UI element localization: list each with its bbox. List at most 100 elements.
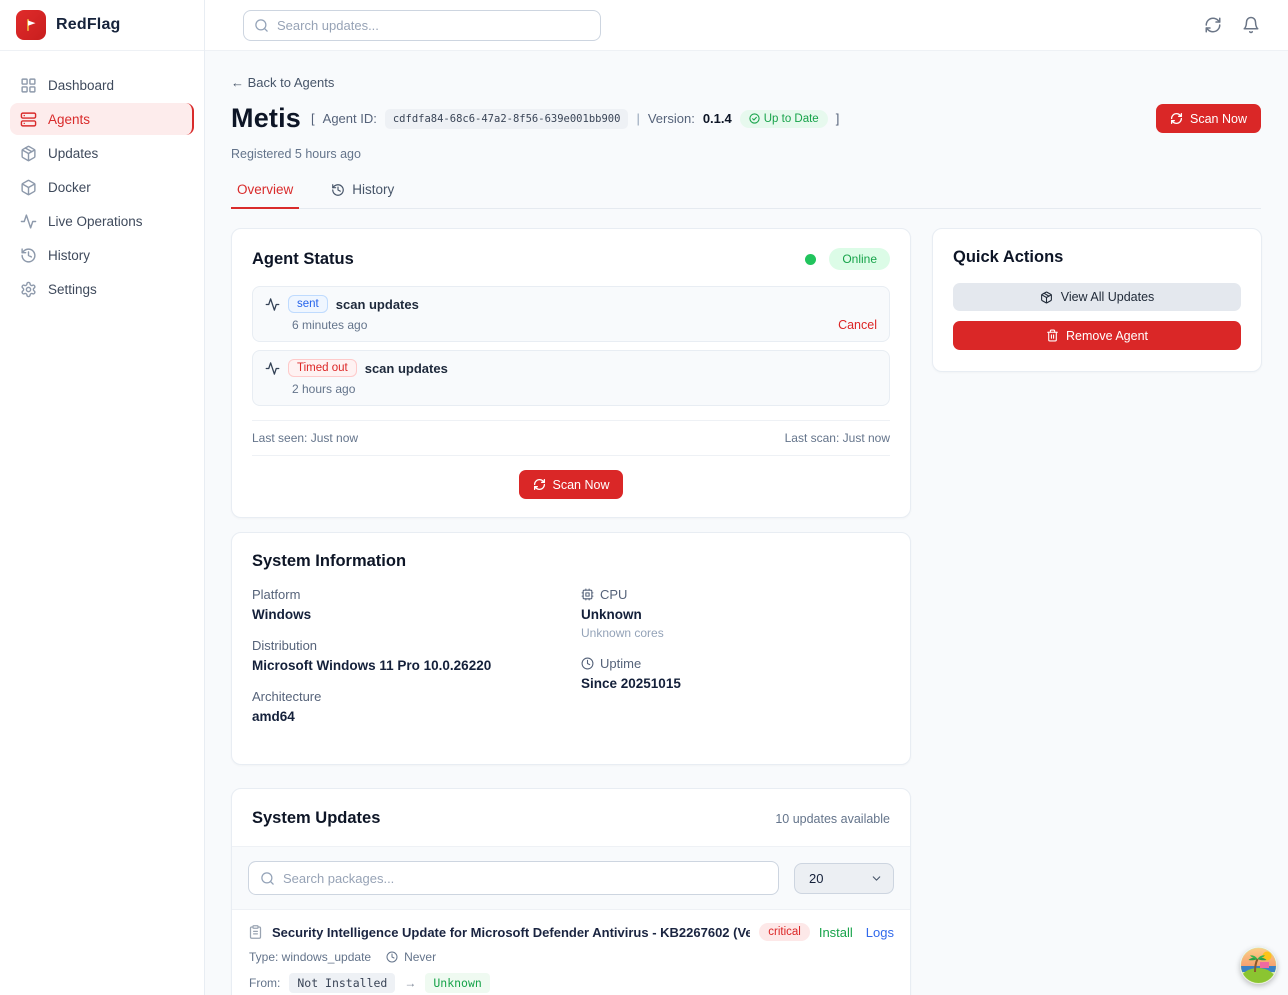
sidebar-item-label: Dashboard bbox=[48, 78, 114, 93]
sidebar-item-live-operations[interactable]: Live Operations bbox=[10, 205, 194, 237]
global-search-input[interactable] bbox=[277, 18, 590, 33]
logo-row: RedFlag bbox=[0, 0, 204, 51]
agent-id-label: Agent ID: bbox=[323, 111, 377, 126]
event-action: scan updates bbox=[365, 361, 448, 376]
search-icon bbox=[254, 18, 269, 33]
platform-group: Platform Windows bbox=[252, 587, 561, 622]
tab-overview[interactable]: Overview bbox=[231, 182, 299, 209]
cpu-group: CPU Unknown Unknown cores bbox=[581, 587, 890, 640]
history-icon bbox=[331, 183, 345, 197]
agents-server-icon bbox=[20, 111, 37, 128]
gear-icon bbox=[20, 281, 37, 298]
activity-icon bbox=[265, 361, 280, 376]
title-meta: Metis [ Agent ID: cdfdfa84-68c6-47a2-8f5… bbox=[231, 103, 839, 134]
update-type: Type: windows_update bbox=[249, 950, 371, 964]
sidebar-item-label: Updates bbox=[48, 146, 98, 161]
package-icon bbox=[20, 145, 37, 162]
cpu-cores: Unknown cores bbox=[581, 626, 890, 640]
event-status-badge: Timed out bbox=[288, 359, 357, 377]
registered-text: Registered 5 hours ago bbox=[231, 147, 1261, 161]
page-size-value: 20 bbox=[809, 871, 823, 886]
view-all-updates-label: View All Updates bbox=[1061, 290, 1155, 304]
version-value: 0.1.4 bbox=[703, 111, 732, 126]
agent-status-title: Agent Status bbox=[252, 250, 354, 269]
clock-icon bbox=[581, 657, 594, 670]
event-action: scan updates bbox=[336, 297, 419, 312]
agent-status-card: Agent Status Online sent bbox=[231, 228, 911, 518]
app-title: RedFlag bbox=[56, 16, 121, 34]
cancel-link[interactable]: Cancel bbox=[838, 318, 877, 332]
view-all-updates-button[interactable]: View All Updates bbox=[953, 283, 1241, 311]
page-content: ← Back to Agents Metis [ Agent ID: cdfdf… bbox=[205, 51, 1288, 995]
package-icon bbox=[1040, 291, 1053, 304]
refresh-icon[interactable] bbox=[1204, 16, 1222, 34]
updates-count: 10 updates available bbox=[775, 812, 890, 826]
trash-icon bbox=[1046, 329, 1059, 342]
bracket-open: [ bbox=[311, 111, 315, 126]
remove-agent-button[interactable]: Remove Agent bbox=[953, 321, 1241, 350]
last-scan-text: Last scan: Just now bbox=[785, 431, 890, 445]
page-size-select[interactable]: 20 bbox=[794, 863, 894, 894]
update-title: Security Intelligence Update for Microso… bbox=[272, 925, 750, 940]
tab-bar: Overview History bbox=[231, 182, 1261, 209]
title-row: Metis [ Agent ID: cdfdfa84-68c6-47a2-8f5… bbox=[231, 103, 1261, 134]
scan-now-button-card[interactable]: Scan Now bbox=[519, 470, 624, 499]
island-sticker-icon[interactable] bbox=[1240, 947, 1277, 984]
logs-link[interactable]: Logs bbox=[866, 925, 894, 940]
history-icon bbox=[20, 247, 37, 264]
tab-label: History bbox=[352, 182, 394, 197]
clock-icon bbox=[386, 951, 398, 963]
event-status-badge: sent bbox=[288, 295, 328, 313]
cpu-value: Unknown bbox=[581, 607, 890, 622]
page-title: Metis bbox=[231, 103, 301, 134]
scan-now-label: Scan Now bbox=[553, 478, 610, 492]
package-search-input[interactable] bbox=[283, 871, 767, 886]
sidebar-item-dashboard[interactable]: Dashboard bbox=[10, 69, 194, 101]
sidebar-item-agents[interactable]: Agents bbox=[10, 103, 194, 135]
redflag-logo-icon bbox=[16, 10, 46, 40]
quick-actions-title: Quick Actions bbox=[953, 248, 1063, 266]
uptime-label: Uptime bbox=[600, 656, 641, 671]
sidebar-item-settings[interactable]: Settings bbox=[10, 273, 194, 305]
topbar-icons bbox=[1204, 16, 1260, 34]
sidebar-item-history[interactable]: History bbox=[10, 239, 194, 271]
event-time: 2 hours ago bbox=[292, 382, 877, 396]
sidebar-item-updates[interactable]: Updates bbox=[10, 137, 194, 169]
scan-now-label: Scan Now bbox=[1190, 112, 1247, 126]
system-updates-card: System Updates 10 updates available 20 bbox=[231, 788, 911, 995]
back-to-agents-link[interactable]: ← Back to Agents bbox=[231, 75, 334, 90]
bell-icon[interactable] bbox=[1242, 16, 1260, 34]
refresh-icon bbox=[1170, 112, 1183, 125]
architecture-group: Architecture amd64 bbox=[252, 689, 561, 724]
tab-history[interactable]: History bbox=[325, 182, 400, 209]
divider-pipe: | bbox=[636, 111, 639, 126]
topbar bbox=[205, 0, 1288, 51]
event-row: sent scan updates 6 minutes ago Cancel bbox=[252, 286, 890, 342]
platform-value: Windows bbox=[252, 607, 561, 622]
scan-now-button-header[interactable]: Scan Now bbox=[1156, 104, 1261, 133]
uptime-value: Since 20251015 bbox=[581, 676, 890, 691]
sidebar-item-label: Agents bbox=[48, 112, 90, 127]
sidebar-item-label: Docker bbox=[48, 180, 91, 195]
cube-icon bbox=[20, 179, 37, 196]
refresh-icon bbox=[533, 478, 546, 491]
platform-label: Platform bbox=[252, 587, 561, 602]
global-search[interactable] bbox=[243, 10, 601, 41]
to-version-chip: Unknown bbox=[425, 973, 489, 993]
sidebar-item-docker[interactable]: Docker bbox=[10, 171, 194, 203]
from-version-chip: Not Installed bbox=[289, 973, 395, 993]
search-icon bbox=[260, 871, 275, 886]
clipboard-icon bbox=[248, 924, 263, 940]
online-badge: Online bbox=[829, 248, 890, 270]
version-label: Version: bbox=[648, 111, 695, 126]
system-info-title: System Information bbox=[252, 552, 406, 570]
severity-badge: critical bbox=[759, 923, 810, 941]
package-search[interactable] bbox=[248, 861, 779, 895]
grid-icon bbox=[20, 77, 37, 94]
install-link[interactable]: Install bbox=[819, 925, 853, 940]
arrow-right: → bbox=[404, 976, 416, 990]
system-updates-title: System Updates bbox=[252, 809, 380, 828]
last-seen-text: Last seen: Just now bbox=[252, 431, 358, 445]
cpu-icon bbox=[581, 588, 594, 601]
activity-icon bbox=[265, 297, 280, 312]
